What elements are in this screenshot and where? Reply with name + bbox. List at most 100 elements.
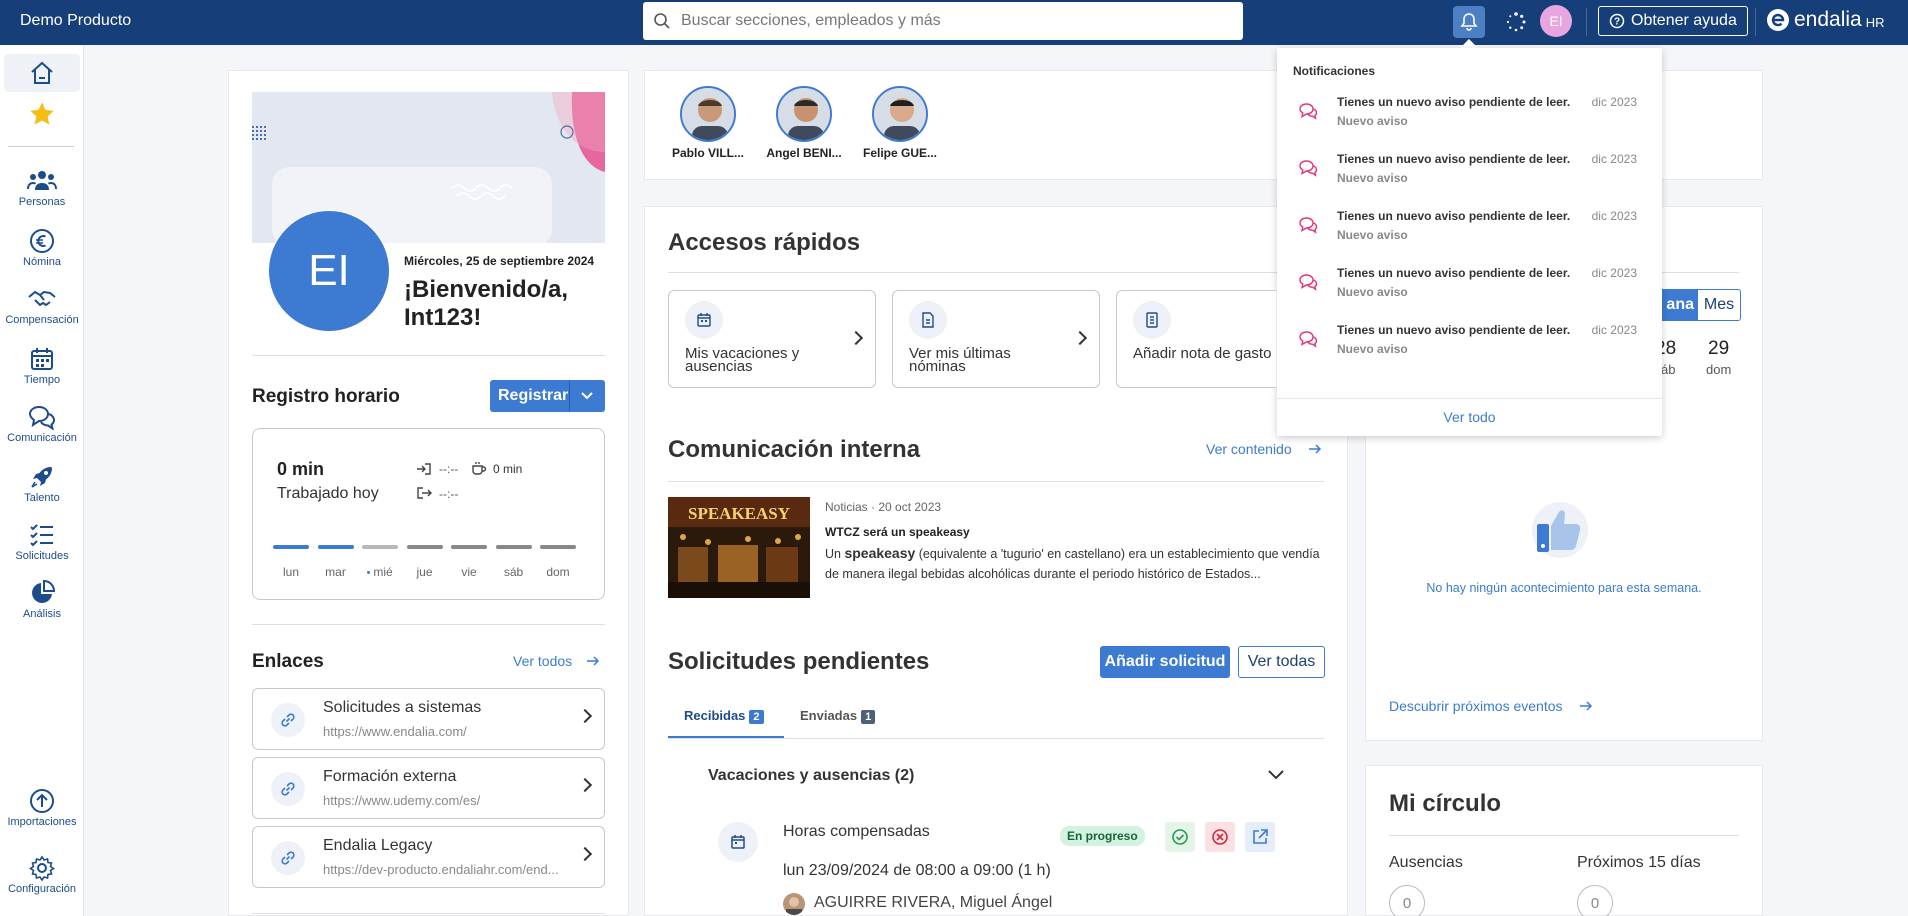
day-label: sáb bbox=[503, 565, 524, 579]
notification-item[interactable]: Tienes un nuevo aviso pendiente de leer.… bbox=[1292, 88, 1647, 132]
chevron-down-icon[interactable] bbox=[1267, 769, 1285, 781]
gear-icon bbox=[29, 855, 55, 881]
news-headline[interactable]: WTCZ será un speakeasy bbox=[825, 525, 970, 539]
profile-avatar[interactable]: EI bbox=[268, 210, 390, 332]
approve-button[interactable] bbox=[1165, 822, 1195, 852]
clock-in-icon bbox=[417, 463, 431, 475]
chevron-right-icon bbox=[577, 777, 593, 793]
open-request-button[interactable] bbox=[1245, 822, 1275, 852]
status-badge: En progreso bbox=[1060, 826, 1145, 846]
notification-date: dic 2023 bbox=[1591, 209, 1637, 223]
news-body: Un speakeasy (equivalente a 'tugurio' en… bbox=[825, 545, 1320, 581]
see-all-notifications-link[interactable]: Ver todo bbox=[1277, 409, 1662, 425]
news-image[interactable]: SPEAKEASY bbox=[668, 497, 810, 598]
notification-item[interactable]: Tienes un nuevo aviso pendiente de leer.… bbox=[1292, 202, 1647, 246]
member-photo bbox=[872, 86, 928, 142]
notification-date: dic 2023 bbox=[1591, 323, 1637, 337]
member-name: Felipe GUE... bbox=[862, 146, 937, 160]
sidebar-item-configuracion[interactable]: Configuración bbox=[0, 855, 84, 895]
logo-mark-icon bbox=[1767, 9, 1789, 31]
month-view-button[interactable]: Mes bbox=[1698, 290, 1740, 320]
notification-text: Tienes un nuevo aviso pendiente de leer. bbox=[1337, 266, 1571, 280]
tab-sent[interactable]: Enviadas 1 bbox=[800, 708, 876, 724]
pie-chart-icon bbox=[32, 580, 55, 603]
link-icon-wrap bbox=[271, 772, 305, 806]
company-name[interactable]: Demo Producto bbox=[20, 12, 131, 30]
endalia-logo[interactable]: endalia HR bbox=[1766, 8, 1885, 32]
search-input[interactable]: Buscar secciones, empleados y más bbox=[643, 2, 1243, 40]
link-card[interactable]: Endalia Legacy https://dev-producto.endal… bbox=[252, 826, 605, 888]
help-button[interactable]: ? Obtener ayuda bbox=[1598, 6, 1748, 36]
sidebar-item-nomina[interactable]: Nómina bbox=[0, 228, 84, 268]
team-member[interactable]: Felipe GUE... bbox=[855, 86, 945, 160]
quick-access-card[interactable]: Ver mis últimas nóminas bbox=[892, 290, 1100, 388]
see-all-requests-button[interactable]: Ver todas bbox=[1238, 646, 1325, 678]
my-circle-card bbox=[1365, 765, 1763, 916]
request-title[interactable]: Horas compensadas bbox=[783, 823, 930, 841]
next-15-days-count[interactable]: 0 bbox=[1577, 885, 1613, 916]
divider bbox=[1277, 398, 1662, 399]
divider bbox=[1586, 8, 1587, 36]
user-avatar[interactable]: EI bbox=[1540, 5, 1572, 37]
favorites-button[interactable] bbox=[28, 100, 56, 133]
link-card[interactable]: Formación externa https://www.udemy.com/e… bbox=[252, 757, 605, 819]
quick-access-icon-wrap bbox=[1133, 301, 1171, 339]
quick-access-card[interactable]: Añadir nota de gasto bbox=[1116, 290, 1276, 388]
chevron-right-icon bbox=[577, 846, 593, 862]
day-progress-bar bbox=[362, 545, 398, 549]
day-progress-bar bbox=[495, 545, 532, 549]
divider bbox=[252, 913, 605, 914]
euro-icon bbox=[30, 229, 54, 253]
divider bbox=[8, 146, 74, 147]
loading-icon bbox=[1506, 12, 1526, 32]
day-label: vie bbox=[461, 565, 477, 579]
links-title: Enlaces bbox=[252, 651, 324, 672]
notification-item[interactable]: Tienes un nuevo aviso pendiente de leer.… bbox=[1292, 316, 1647, 360]
see-content-link[interactable]: Ver contenido bbox=[1206, 441, 1322, 457]
sidebar-item-analisis[interactable]: Análisis bbox=[0, 580, 84, 620]
worked-label: Trabajado hoy bbox=[277, 485, 379, 502]
upload-icon bbox=[30, 789, 54, 813]
quick-access-card[interactable]: Mis vacaciones y ausencias bbox=[668, 290, 876, 388]
add-request-button[interactable]: Añadir solicitud bbox=[1100, 646, 1230, 678]
notification-date: dic 2023 bbox=[1591, 95, 1637, 109]
requester-avatar bbox=[783, 893, 805, 915]
sidebar-item-personas[interactable]: Personas bbox=[0, 168, 84, 208]
calendar-icon bbox=[31, 348, 53, 370]
activity-button[interactable] bbox=[1500, 6, 1532, 38]
chat-icon bbox=[1299, 160, 1318, 177]
divider bbox=[252, 355, 605, 356]
quick-access-icon-wrap bbox=[909, 301, 947, 339]
request-group-title[interactable]: Vacaciones y ausencias (2) bbox=[708, 767, 914, 785]
link-title: Endalia Legacy bbox=[323, 837, 433, 854]
reject-button[interactable] bbox=[1205, 822, 1235, 852]
link-card[interactable]: Solicitudes a sistemas https://www.endali… bbox=[252, 688, 605, 750]
day-progress-bar bbox=[451, 545, 487, 549]
divider bbox=[252, 624, 605, 625]
home-button[interactable] bbox=[4, 54, 80, 92]
svg-text:SPEAKEASY: SPEAKEASY bbox=[688, 504, 790, 523]
sidebar-item-talento[interactable]: Talento bbox=[0, 464, 84, 504]
week-view-button[interactable]: ana bbox=[1656, 290, 1698, 320]
sidebar-item-tiempo[interactable]: Tiempo bbox=[0, 346, 84, 386]
next-15-days-label: Próximos 15 días bbox=[1577, 854, 1701, 871]
sidebar-item-compensacion[interactable]: Compensación bbox=[0, 288, 84, 326]
notification-subtitle: Nuevo aviso bbox=[1337, 342, 1408, 356]
sidebar-item-comunicacion[interactable]: Comunicación bbox=[0, 404, 84, 444]
notification-item[interactable]: Tienes un nuevo aviso pendiente de leer.… bbox=[1292, 259, 1647, 303]
register-button[interactable]: Registrar bbox=[490, 380, 605, 412]
notifications-button[interactable] bbox=[1453, 6, 1485, 38]
sidebar-item-importaciones[interactable]: Importaciones bbox=[0, 788, 84, 828]
absences-count[interactable]: 0 bbox=[1389, 885, 1425, 916]
chevron-right-icon bbox=[577, 708, 593, 724]
discover-events-link[interactable]: Descubrir próximos eventos bbox=[1389, 698, 1593, 714]
tab-received[interactable]: Recibidas 2 bbox=[684, 708, 764, 724]
day-number[interactable]: 29 bbox=[1708, 338, 1729, 360]
links-see-all[interactable]: Ver todos bbox=[513, 653, 600, 669]
team-member[interactable]: Pablo VILL... bbox=[663, 86, 753, 160]
notification-item[interactable]: Tienes un nuevo aviso pendiente de leer.… bbox=[1292, 145, 1647, 189]
member-photo bbox=[776, 86, 832, 142]
notification-date: dic 2023 bbox=[1591, 152, 1637, 166]
team-member[interactable]: Angel BENI... bbox=[759, 86, 849, 160]
sidebar-item-solicitudes[interactable]: Solicitudes bbox=[0, 522, 84, 562]
